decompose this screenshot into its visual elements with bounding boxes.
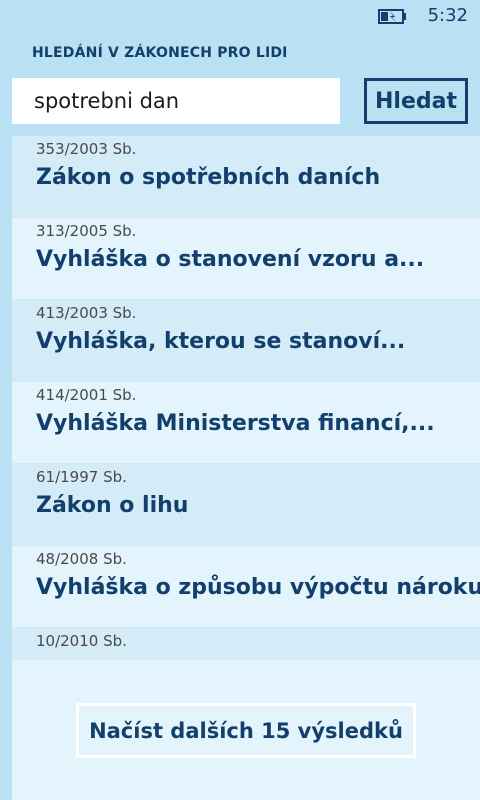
result-item[interactable]: 313/2005 Sb. Vyhláška o stanovení vzoru … bbox=[12, 218, 480, 300]
result-number: 48/2008 Sb. bbox=[36, 550, 127, 568]
result-title: Vyhláška, kterou se stanoví... bbox=[36, 329, 406, 354]
result-title: Vyhláška o způsobu výpočtu nároku... bbox=[36, 575, 480, 600]
result-number: 10/2010 Sb. bbox=[36, 632, 127, 650]
result-item[interactable]: 48/2008 Sb. Vyhláška o způsobu výpočtu n… bbox=[12, 546, 480, 628]
result-number: 413/2003 Sb. bbox=[36, 304, 137, 322]
page-title: HLEDÁNÍ V ZÁKONECH PRO LIDI bbox=[32, 45, 288, 61]
result-item[interactable]: 413/2003 Sb. Vyhláška, kterou se stanoví… bbox=[12, 300, 480, 382]
result-number: 353/2003 Sb. bbox=[36, 140, 137, 158]
result-title: Vyhláška Ministerstva financí,... bbox=[36, 411, 435, 436]
search-input[interactable] bbox=[12, 78, 340, 124]
result-title: Vyhláška o stanovení vzoru a... bbox=[36, 247, 425, 272]
result-number: 313/2005 Sb. bbox=[36, 222, 137, 240]
battery-charging-icon bbox=[378, 9, 406, 24]
result-item[interactable]: 61/1997 Sb. Zákon o lihu bbox=[12, 464, 480, 546]
load-more-button[interactable]: Načíst dalších 15 výsledků bbox=[76, 703, 416, 758]
result-number: 414/2001 Sb. bbox=[36, 386, 137, 404]
result-item[interactable]: 353/2003 Sb. Zákon o spotřebních daních bbox=[12, 136, 480, 218]
result-title: Zákon o lihu bbox=[36, 493, 189, 518]
result-title: Zákon o spotřebních daních bbox=[36, 165, 381, 190]
result-item[interactable]: 414/2001 Sb. Vyhláška Ministerstva finan… bbox=[12, 382, 480, 464]
search-button[interactable]: Hledat bbox=[364, 78, 468, 124]
result-item[interactable]: 10/2010 Sb. bbox=[12, 628, 480, 660]
results-list: 353/2003 Sb. Zákon o spotřebních daních … bbox=[12, 136, 480, 660]
status-bar: 5:32 bbox=[0, 0, 480, 32]
clock: 5:32 bbox=[427, 5, 468, 26]
result-number: 61/1997 Sb. bbox=[36, 468, 127, 486]
